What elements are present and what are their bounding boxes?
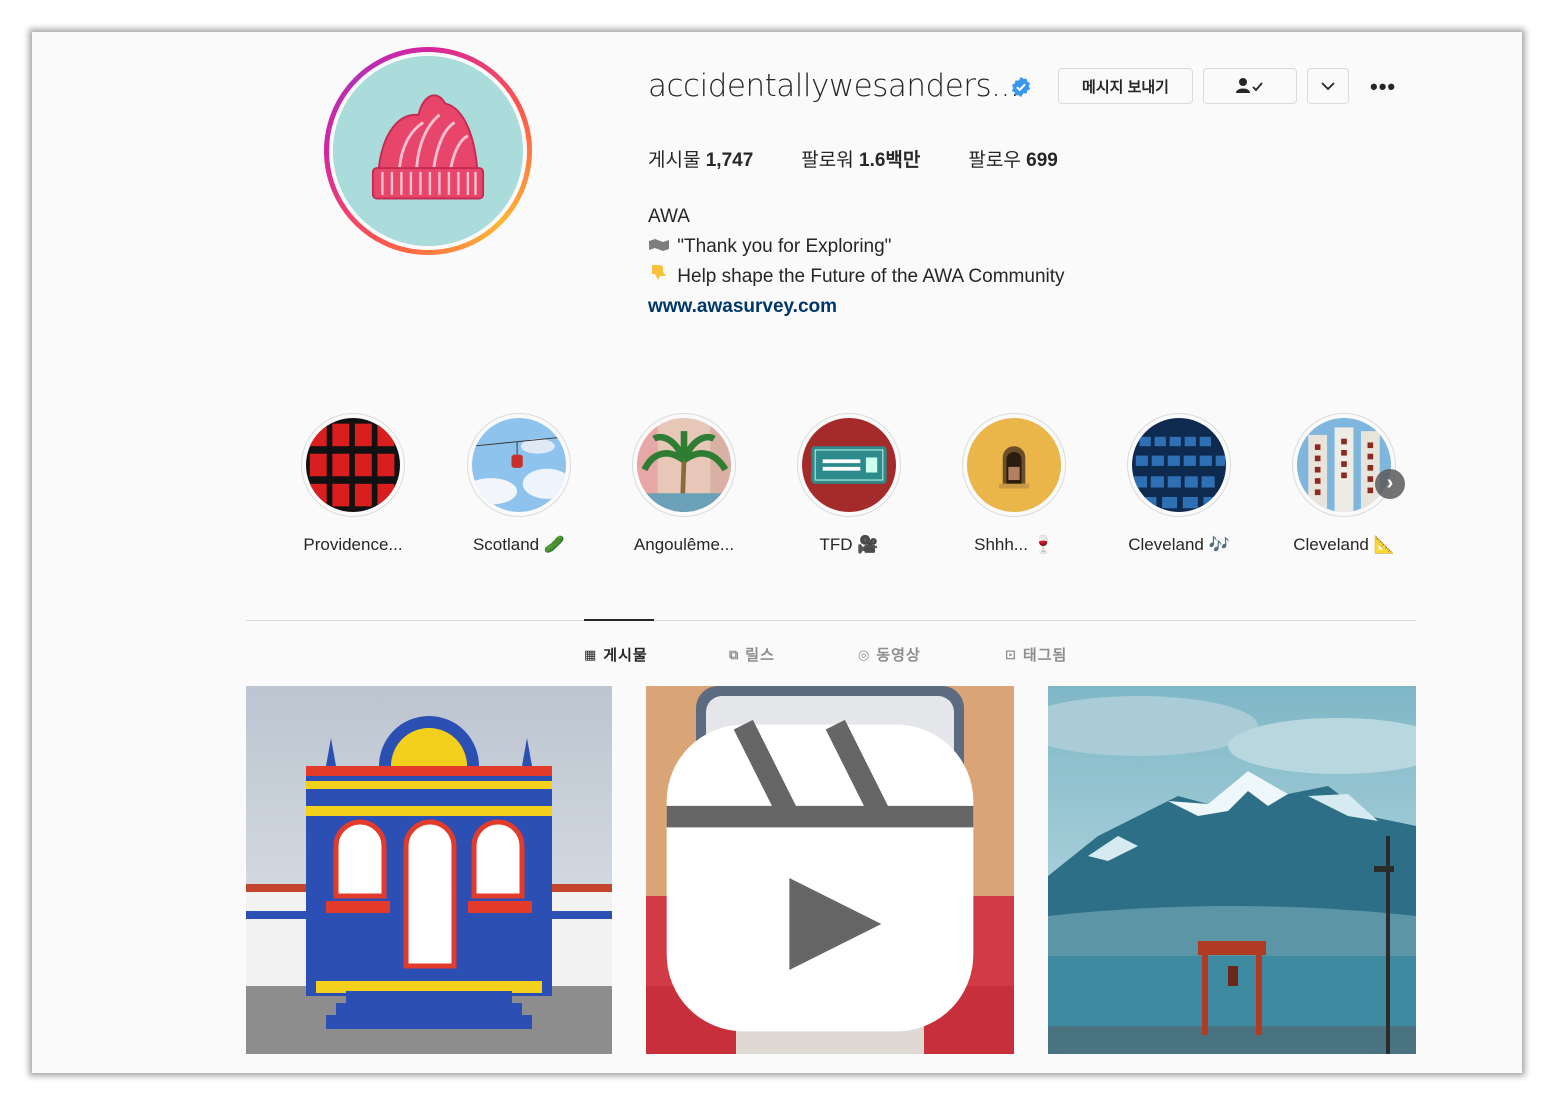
following-button[interactable]	[1203, 68, 1297, 104]
person-check-icon	[1236, 78, 1263, 93]
highlight-cover-image	[637, 418, 731, 512]
highlight-scotland[interactable]: Scotland 🥒	[449, 413, 589, 555]
posts-count: 게시물 1,747	[648, 150, 754, 171]
message-button[interactable]: 메시지 보내기	[1058, 68, 1193, 104]
profile-avatar[interactable]	[324, 47, 532, 255]
tab-reels[interactable]: ⧉ 릴스	[729, 644, 775, 665]
profile-page: accidentallywesanders... 메시지 보내기 ••• 게시물…	[32, 32, 1522, 1073]
tabs-divider	[246, 620, 1416, 621]
highlight-label: Providence...	[303, 535, 403, 554]
bio-line-1: "Thank you for Exploring"	[648, 232, 1065, 262]
highlight-label: Scotland 🥒	[472, 535, 566, 554]
highlight-label: Angoulême...	[633, 535, 735, 554]
active-tab-indicator	[584, 619, 654, 621]
highlight-cover-image	[802, 418, 896, 512]
followers-count[interactable]: 팔로워 1.6백만	[801, 145, 920, 172]
highlight-shhh[interactable]: Shhh... 🍷	[944, 413, 1084, 555]
pointing-hand-icon	[648, 262, 672, 292]
highlight-cleveland-music[interactable]: Cleveland 🎶	[1109, 413, 1249, 555]
tab-tagged[interactable]: ⊡ 태그됨	[1005, 644, 1067, 665]
profile-bio: AWA "Thank you for Exploring" Help shape…	[648, 202, 1065, 322]
video-icon: ◎	[858, 646, 871, 662]
highlight-cover-image	[1297, 418, 1391, 512]
highlight-cover-image	[967, 418, 1061, 512]
highlight-cover-image	[472, 418, 566, 512]
verified-badge-icon	[1011, 76, 1031, 98]
highlight-cover-image	[1132, 418, 1226, 512]
profile-stats: 게시물 1,747 팔로워 1.6백만 팔로우 699	[648, 145, 1106, 172]
reels-icon: ⧉	[729, 646, 740, 662]
chevron-down-icon	[1321, 82, 1335, 91]
post-image-colorful-building	[246, 686, 612, 1054]
highlight-label: Shhh... 🍷	[974, 535, 1054, 554]
highlight-label: Cleveland 🎶	[1128, 535, 1230, 554]
bio-line-2: Help shape the Future of the AWA Communi…	[648, 262, 1065, 292]
reel-thumbnail[interactable]	[646, 686, 1014, 1054]
beanie-hat-logo	[333, 56, 523, 246]
highlights-next-button[interactable]: ›	[1375, 469, 1405, 499]
more-options-button[interactable]: •••	[1370, 74, 1404, 99]
following-count[interactable]: 팔로우 699	[968, 145, 1057, 172]
tagged-icon: ⊡	[1005, 646, 1017, 662]
post-thumbnail[interactable]	[246, 686, 612, 1054]
highlight-label: Cleveland 📐	[1293, 535, 1395, 554]
tab-posts[interactable]: ▦ 게시물	[584, 644, 648, 665]
world-map-icon	[648, 232, 672, 262]
reel-badge-icon	[666, 719, 974, 1032]
profile-website-link[interactable]: www.awasurvey.com	[648, 292, 1065, 322]
highlight-providence[interactable]: Providence...	[283, 413, 423, 555]
highlight-tfd[interactable]: TFD 🎥	[779, 413, 919, 555]
highlight-angouleme[interactable]: Angoulême...	[614, 413, 754, 555]
post-thumbnail[interactable]	[1048, 686, 1416, 1054]
suggested-dropdown-button[interactable]	[1307, 68, 1349, 104]
highlight-label: TFD 🎥	[819, 535, 879, 554]
profile-display-name: AWA	[648, 206, 690, 227]
grid-icon: ▦	[584, 646, 598, 662]
tab-videos[interactable]: ◎ 동영상	[858, 644, 921, 665]
post-image-snowy-mountain-pier	[1048, 686, 1416, 1054]
highlight-cover-image	[306, 418, 400, 512]
profile-username: accidentallywesanders...	[648, 68, 1020, 104]
